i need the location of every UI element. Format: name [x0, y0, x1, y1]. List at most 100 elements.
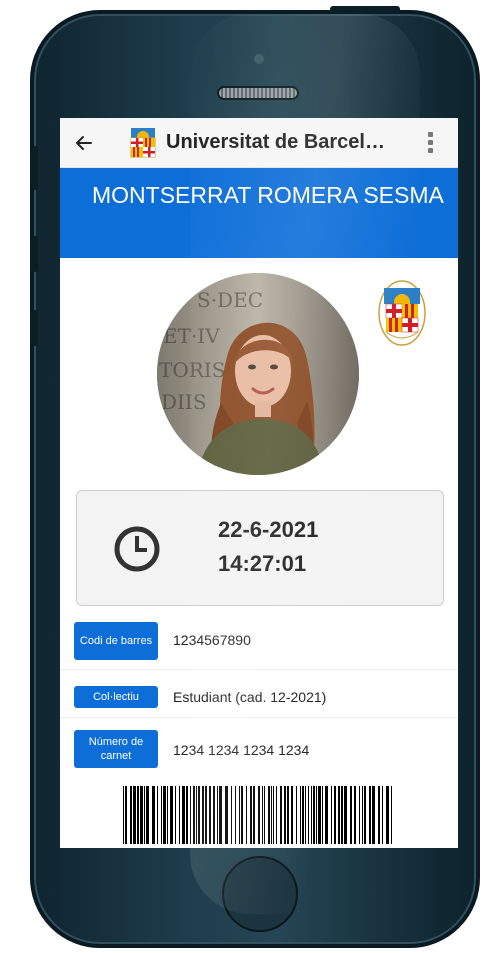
app-title: Universitat de Barcelona [166, 131, 386, 153]
barcode-bar [300, 786, 301, 844]
barcode-bar [213, 786, 215, 844]
group-value: Estudiant (cad. 12-2021) [173, 689, 327, 705]
volume-down-button [30, 310, 38, 346]
barcode-bar [163, 786, 166, 844]
phone-screen: Universitat de Barcelona MONTSERRAT ROME… [60, 118, 458, 848]
barcode-bar [359, 786, 360, 844]
barcode-bar [258, 786, 260, 844]
time-text: 14:27:01 [218, 551, 307, 576]
info-row-group: Col·lectiu Estudiant (cad. 12-2021) [60, 670, 458, 718]
datetime-card: 22-6-2021 14:27:01 [76, 490, 444, 606]
barcode-bar [316, 786, 317, 844]
barcode-bar [217, 786, 218, 844]
university-seal-icon [378, 280, 426, 346]
barcode-bar [296, 786, 297, 844]
barcode-bar [253, 786, 255, 844]
card-number-value: 1234 1234 1234 1234 [173, 742, 310, 758]
barcode-bar [186, 786, 188, 844]
arrow-left-icon[interactable] [60, 118, 108, 168]
barcode-bar [308, 786, 309, 844]
barcode-bar [205, 786, 207, 844]
barcode-bar [219, 786, 222, 844]
barcode-bar [123, 786, 124, 844]
barcode-bar [157, 786, 158, 844]
barcode-bar [152, 786, 155, 844]
volume-up-button [30, 236, 38, 272]
info-row-card-number: Número de carnet 1234 1234 1234 1234 [60, 718, 458, 770]
barcode-label: Codi de barres [74, 622, 158, 660]
barcode-bar [273, 786, 274, 844]
barcode-bar [140, 786, 143, 844]
barcode-bar [125, 786, 127, 844]
svg-text:DIIS: DIIS [161, 390, 207, 414]
earpiece-speaker [217, 86, 299, 100]
front-camera [254, 54, 264, 64]
barcode-bar [268, 786, 270, 844]
svg-text:TORIS: TORIS [159, 358, 225, 382]
barcode-bar [231, 786, 232, 844]
barcode-bar [146, 786, 149, 844]
barcode-bar [287, 786, 289, 844]
group-label: Col·lectiu [74, 686, 158, 708]
svg-text:ET·IV: ET·IV [163, 324, 220, 348]
barcode-bar [313, 786, 315, 844]
holder-name: MONTSERRAT ROMERA SESMA [60, 168, 458, 258]
barcode-bar [161, 786, 162, 844]
home-button[interactable] [222, 856, 298, 932]
barcode-bar [170, 786, 173, 844]
barcode-bar [391, 786, 392, 844]
barcode-bar [369, 786, 371, 844]
barcode-bar [382, 786, 383, 844]
barcode-bar [378, 786, 380, 844]
university-logo-icon [130, 127, 156, 159]
barcode-bar [386, 786, 389, 844]
barcode-bar [198, 786, 200, 844]
barcode-bar [202, 786, 204, 844]
barcode-bar [144, 786, 145, 844]
barcode-bar [311, 786, 312, 844]
barcode-bar [196, 786, 197, 844]
barcode-bar [302, 786, 304, 844]
barcode-value: 1234567890 [173, 632, 251, 648]
info-row-barcode: Codi de barres 1234567890 [60, 618, 458, 670]
barcode-bar [239, 786, 240, 844]
barcode-bar [338, 786, 340, 844]
power-button [330, 6, 400, 14]
barcode-bar [354, 786, 356, 844]
barcode-bar [235, 786, 236, 844]
barcode-bar [175, 786, 176, 844]
app-bar: Universitat de Barcelona [60, 118, 458, 168]
date-text: 22-6-2021 [218, 517, 319, 542]
barcode-bar [271, 786, 272, 844]
clock-icon [113, 525, 161, 573]
barcode-image [123, 786, 392, 844]
barcode-bar [364, 786, 366, 844]
barcode-bar [341, 786, 343, 844]
svg-text:S·DEC: S·DEC [197, 288, 263, 312]
barcode-bar [137, 786, 139, 844]
barcode-bar [344, 786, 347, 844]
barcode-bar [264, 786, 265, 844]
barcode-bar [225, 786, 228, 844]
barcode-bar [167, 786, 168, 844]
more-vert-icon[interactable] [426, 132, 434, 154]
barcode-bar [182, 786, 185, 844]
barcode-bar [325, 786, 328, 844]
barcode-bar [280, 786, 282, 844]
barcode-bar [372, 786, 375, 844]
barcode-bar [350, 786, 352, 844]
profile-photo: S·DEC ET·IV TORIS DIIS [157, 273, 359, 475]
barcode-bar [322, 786, 323, 844]
barcode-bar [262, 786, 263, 844]
barcode-bar [130, 786, 132, 844]
barcode-bar [331, 786, 332, 844]
barcode-bar [133, 786, 136, 844]
barcode-bar [305, 786, 306, 844]
mute-switch [30, 146, 38, 190]
barcode-bar [241, 786, 243, 844]
barcode-bar [193, 786, 195, 844]
barcode-bar [209, 786, 211, 844]
card-number-label: Número de carnet [74, 730, 158, 768]
barcode-bar [362, 786, 363, 844]
barcode-bar [179, 786, 180, 844]
